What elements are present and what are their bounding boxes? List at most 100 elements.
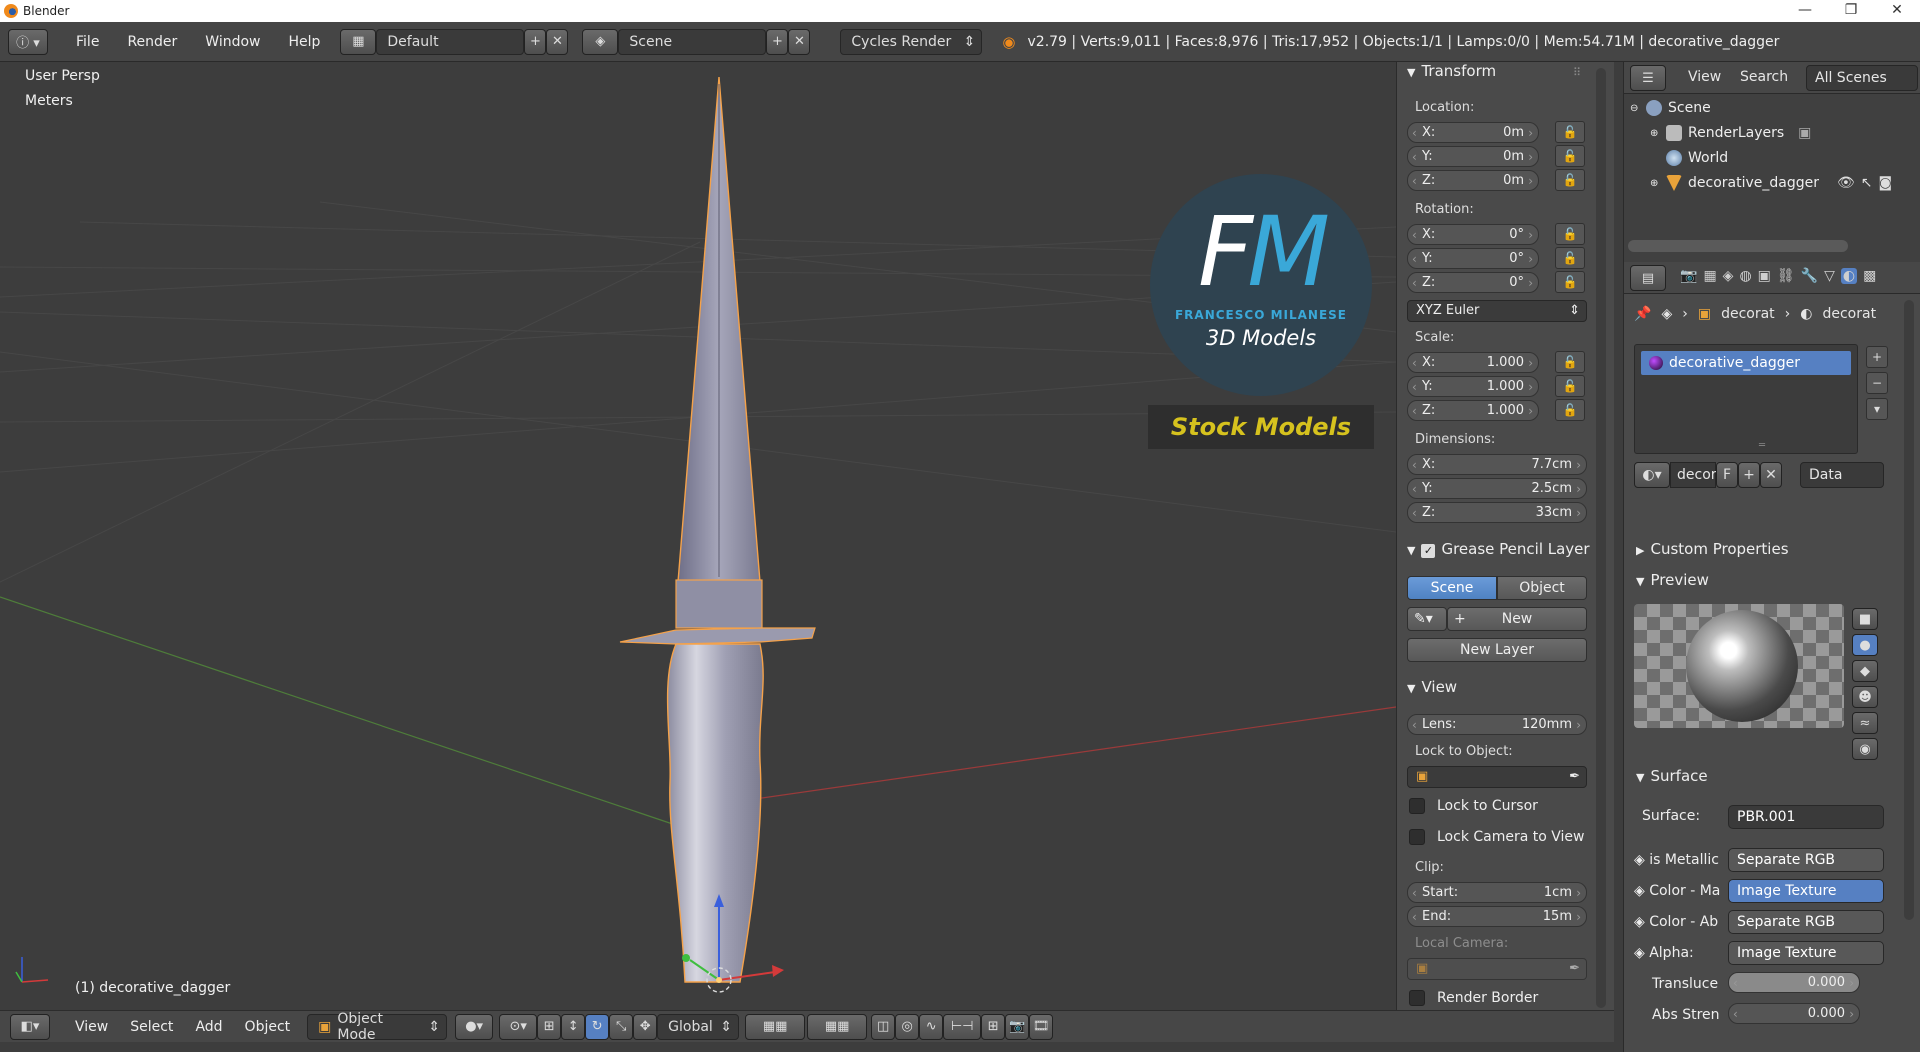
interaction-mode-dropdown[interactable]: ▣ Object Mode ⇕ [307, 1011, 448, 1043]
rotation-x-field[interactable]: X: 0° [1407, 224, 1539, 245]
remove-layout-icon[interactable]: ✕ [546, 28, 569, 55]
grease-pencil-header[interactable]: ▼ ✓ Grease Pencil Layer [1407, 540, 1590, 558]
transform-all-icon[interactable]: ✥ [633, 1013, 658, 1040]
scale-y-field[interactable]: Y: 1.000 [1407, 376, 1539, 397]
menu-file[interactable]: File [62, 34, 113, 50]
dimension-x-field[interactable]: X: 7.7cm [1407, 454, 1587, 475]
lock-to-cursor-checkbox[interactable] [1409, 798, 1425, 814]
preview-monkey-icon[interactable]: ☻ [1852, 686, 1878, 708]
preview-hair-icon[interactable]: ≈ [1852, 712, 1878, 734]
preview-header[interactable]: ▼ Preview [1636, 571, 1709, 589]
visibility-eye-icon[interactable]: 👁 [1837, 175, 1855, 191]
socket-icon[interactable]: ◈ [1634, 945, 1649, 961]
dimension-z-field[interactable]: Z: 33cm [1407, 502, 1587, 523]
texture-tab-icon[interactable]: ▩ [1863, 268, 1876, 284]
remove-material-slot-icon[interactable]: − [1866, 372, 1888, 394]
expand-icon[interactable]: ⊖ [1630, 103, 1646, 114]
lock-location-y-icon[interactable]: 🔓 [1555, 145, 1585, 167]
menu-select[interactable]: Select [119, 1019, 184, 1035]
fake-user-button[interactable]: F [1716, 462, 1738, 488]
proportional-falloff-icon[interactable]: ∿ [919, 1013, 944, 1040]
add-layout-icon[interactable]: + [524, 28, 547, 55]
grease-pencil-new-button[interactable]: + New [1447, 607, 1587, 631]
menu-window[interactable]: Window [191, 34, 274, 50]
location-z-field[interactable]: Z: 0m [1407, 170, 1539, 191]
input-alpha-link[interactable]: Image Texture [1728, 941, 1884, 965]
preview-sphere-icon[interactable]: ● [1852, 634, 1878, 656]
socket-icon[interactable]: ◈ [1634, 852, 1649, 868]
pivot-point-icon[interactable]: ⊙▾ [499, 1013, 538, 1040]
expand-icon[interactable]: ⊕ [1650, 128, 1666, 139]
snap-element-icon[interactable]: ⊢⊣ [943, 1013, 982, 1040]
custom-properties-header[interactable]: ▶ Custom Properties [1636, 540, 1789, 558]
lock-object-field[interactable]: ▣ ✒ [1407, 766, 1587, 788]
lock-rotation-x-icon[interactable]: 🔓 [1555, 223, 1585, 245]
scale-manipulator-icon[interactable]: ⤡ [609, 1013, 634, 1040]
constraints-tab-icon[interactable]: ⛓ [1777, 268, 1795, 284]
clip-start-field[interactable]: Start: 1cm [1407, 882, 1587, 903]
outliner-view-menu[interactable]: View [1688, 69, 1721, 85]
location-x-field[interactable]: X: 0m [1407, 122, 1539, 143]
render-engine-dropdown[interactable]: Cycles Render ⇕ [840, 28, 983, 55]
renderability-camera-icon[interactable]: ◙ [1879, 175, 1893, 191]
eyedropper-icon[interactable]: ✒ [1569, 767, 1580, 787]
transform-orientation-dropdown[interactable]: Global ⇕ [657, 1013, 740, 1040]
shelf-scrollbar[interactable] [1596, 68, 1606, 1008]
outliner-item-decorative-dagger[interactable]: ⊕ decorative_dagger 👁 ↖ ◙ [1650, 175, 1892, 191]
lock-rotation-z-icon[interactable]: 🔓 [1555, 271, 1585, 293]
manipulator-toggle-icon[interactable]: ⊞ [537, 1013, 562, 1040]
maximize-button[interactable]: ❐ [1828, 0, 1874, 22]
grease-pencil-scene-tab[interactable]: Scene [1407, 576, 1497, 600]
properties-editor-icon[interactable]: ▤ [1630, 265, 1666, 291]
render-tab-icon[interactable]: 📷 [1680, 268, 1697, 284]
lock-scale-z-icon[interactable]: 🔓 [1555, 399, 1585, 421]
lens-field[interactable]: Lens: 120mm [1407, 714, 1587, 735]
outliner-editor-icon[interactable]: ☰ [1630, 65, 1666, 91]
clip-end-field[interactable]: End: 15m [1407, 906, 1587, 927]
view-panel-header[interactable]: ▼ View [1407, 678, 1457, 696]
material-slot-item[interactable]: decorative_dagger [1641, 351, 1851, 375]
add-material-slot-icon[interactable]: + [1866, 346, 1888, 368]
list-resize-grip-icon[interactable]: ═ [1759, 440, 1765, 451]
3d-viewport[interactable]: User Persp Meters (1) decorative_dagger … [0, 62, 1396, 1010]
menu-help[interactable]: Help [274, 34, 334, 50]
proportional-edit-icon[interactable]: ◎ [895, 1013, 920, 1040]
browse-material-icon[interactable]: ◐▾ [1634, 462, 1670, 488]
scene-layers-group-2-icon[interactable]: ▦▦ [807, 1013, 868, 1040]
opengl-render-icon[interactable]: 📷 [1005, 1013, 1030, 1040]
screen-layout-icon[interactable]: ▦ [340, 28, 377, 55]
unlink-material-icon[interactable]: ✕ [1760, 462, 1782, 488]
lock-rotation-y-icon[interactable]: 🔓 [1555, 247, 1585, 269]
expand-icon[interactable]: ⊕ [1650, 178, 1666, 189]
render-border-checkbox[interactable] [1409, 990, 1425, 1006]
preview-world-icon[interactable]: ◉ [1852, 738, 1878, 760]
world-tab-icon[interactable]: ◍ [1739, 268, 1751, 284]
data-tab-icon[interactable]: ▽ [1824, 268, 1835, 284]
outliner-item-renderlayers[interactable]: ⊕ RenderLayers ▣ [1650, 125, 1811, 141]
grease-pencil-object-tab[interactable]: Object [1497, 576, 1587, 600]
translucency-field[interactable]: 0.000 [1728, 972, 1860, 993]
material-link-dropdown[interactable]: Data [1800, 462, 1884, 488]
menu-view[interactable]: View [64, 1019, 119, 1035]
scene-layers-group-1-icon[interactable]: ▦▦ [745, 1013, 806, 1040]
add-scene-icon[interactable]: + [766, 28, 789, 55]
preview-cube-icon[interactable]: ◆ [1852, 660, 1878, 682]
new-material-icon[interactable]: + [1738, 462, 1760, 488]
scale-z-field[interactable]: Z: 1.000 [1407, 400, 1539, 421]
material-tab-icon[interactable]: ◐ [1840, 268, 1858, 284]
render-layer-toggle-icon[interactable]: ▣ [1798, 125, 1811, 141]
rotation-z-field[interactable]: Z: 0° [1407, 272, 1539, 293]
outliner-display-filter[interactable]: All Scenes [1806, 65, 1918, 91]
scene-selector-icon[interactable]: ◈ [582, 28, 619, 55]
lock-scale-x-icon[interactable]: 🔓 [1555, 351, 1585, 373]
opengl-animation-icon[interactable]: 🎞 [1029, 1013, 1054, 1040]
new-layer-button[interactable]: New Layer [1407, 638, 1587, 662]
scale-x-field[interactable]: X: 1.000 [1407, 352, 1539, 373]
layout-name-field[interactable]: Default [376, 28, 525, 55]
outliner-item-world[interactable]: World [1666, 150, 1728, 166]
3d-view-editor-icon[interactable]: ◧▾ [10, 1013, 50, 1040]
outliner-item-scene[interactable]: ⊖ Scene [1630, 100, 1711, 116]
lock-layers-icon[interactable]: ◫ [871, 1013, 896, 1040]
lock-camera-checkbox[interactable] [1409, 829, 1425, 845]
minimize-button[interactable]: — [1782, 0, 1828, 22]
